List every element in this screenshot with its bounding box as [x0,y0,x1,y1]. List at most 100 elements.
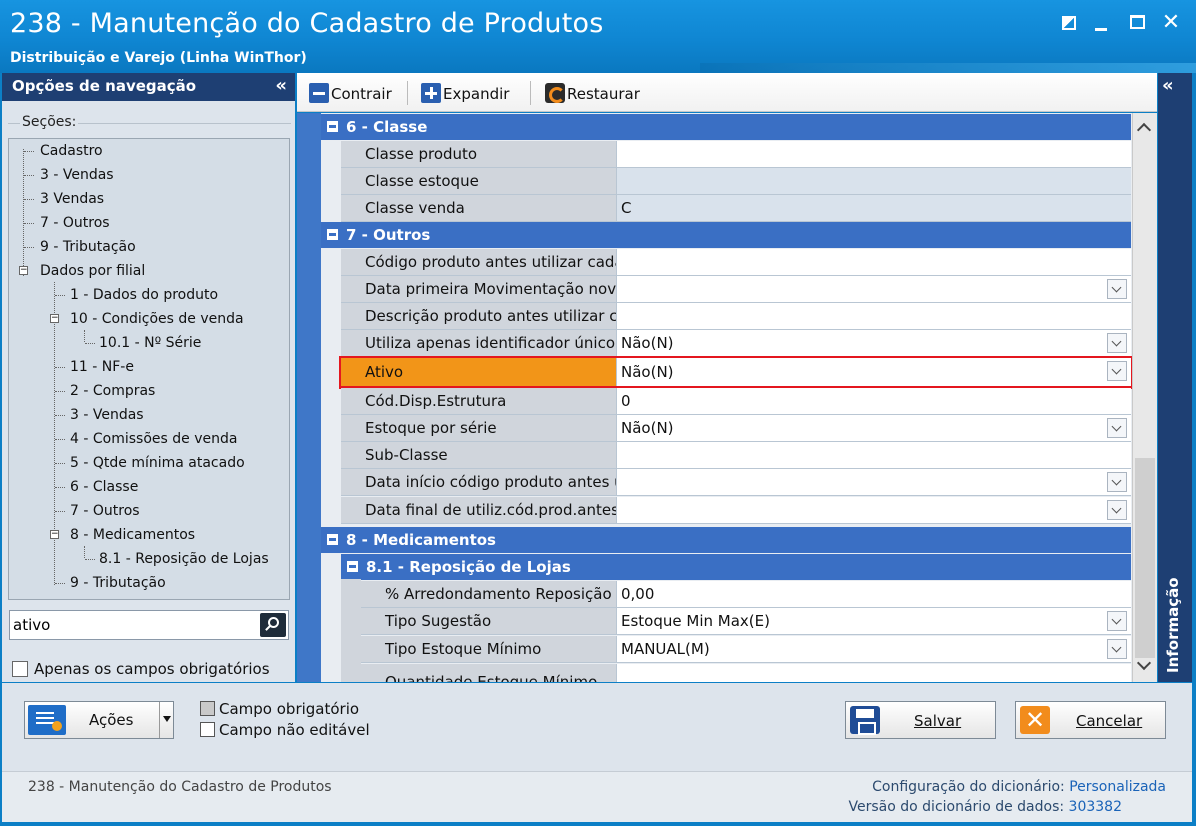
property-row[interactable]: Data final de utiliz.cód.prod.antes [341,497,1131,524]
only-required-checkbox[interactable] [12,661,28,677]
tree-item[interactable]: 8 - Medicamentos [70,526,195,544]
property-value[interactable] [617,469,1131,495]
tree-item[interactable]: 2 - Compras [70,382,155,400]
dropdown-icon[interactable] [1107,611,1127,631]
property-value[interactable] [617,141,1131,167]
tree-item[interactable]: 4 - Comissões de venda [70,430,237,448]
tree-item[interactable]: 10 - Condições de venda [70,310,244,328]
category-reposicao-lojas[interactable]: 8.1 - Reposição de Lojas [341,554,1131,580]
dropdown-icon[interactable] [1107,279,1127,299]
sections-tree[interactable]: Cadastro 3 - Vendas 3 Vendas 7 - Outros … [8,138,290,600]
expand-panel-icon[interactable]: « [1162,75,1174,96]
collapse-button[interactable]: Contrair [309,83,392,103]
property-row[interactable]: Sub-Classe [341,442,1131,469]
maximize-icon[interactable] [1124,10,1150,36]
scroll-down-icon[interactable] [1136,655,1152,671]
tree-item[interactable]: 8.1 - Reposição de Lojas [99,550,269,568]
search-icon[interactable] [260,613,286,637]
property-row[interactable]: Quantidade Estoque Mínimo [361,664,1131,682]
collapse-category-icon[interactable] [327,229,338,240]
property-row[interactable]: Estoque por série Não(N) [341,415,1131,442]
property-label: Classe venda [341,195,617,221]
property-value[interactable]: Não(N) [617,415,1131,441]
property-value[interactable]: Não(N) [617,330,1131,356]
tree-item[interactable]: 5 - Qtde mínima atacado [70,454,245,472]
property-row[interactable]: Descrição produto antes utilizar ca [341,303,1131,330]
tree-expander-icon[interactable]: − [50,314,59,323]
property-row[interactable]: Tipo Sugestão Estoque Min Max(E) [361,608,1131,635]
tree-item[interactable]: 10.1 - Nº Série [99,334,201,352]
actions-dropdown-icon[interactable] [159,702,173,738]
property-row[interactable]: % Arredondamento Reposição 0,00 [361,581,1131,608]
category-outros[interactable]: 7 - Outros [321,222,1131,248]
cancel-button[interactable]: ✕ Cancelar [1015,701,1166,739]
tree-expander-icon[interactable]: − [50,530,59,539]
cancel-icon: ✕ [1020,706,1050,734]
tree-expander-icon[interactable]: − [19,266,28,275]
property-value[interactable]: 0 [617,388,1131,414]
dropdown-icon[interactable] [1107,500,1127,520]
save-button[interactable]: Salvar [845,701,996,739]
minimize-icon[interactable] [1088,10,1114,36]
property-row[interactable]: Utiliza apenas identificador único Não(N… [341,330,1131,357]
category-classe[interactable]: 6 - Classe [321,114,1131,140]
property-value[interactable] [617,497,1131,523]
property-value[interactable] [617,303,1131,329]
property-value[interactable] [617,276,1131,302]
restore-button[interactable]: Restaurar [545,83,640,103]
tree-item[interactable]: 1 - Dados do produto [70,286,218,304]
property-value[interactable] [617,664,1131,682]
property-value[interactable]: 0,00 [617,581,1131,607]
category-medicamentos[interactable]: 8 - Medicamentos [321,527,1131,553]
tree-item[interactable]: 9 - Tributação [70,574,166,592]
property-row[interactable]: Tipo Estoque Mínimo MANUAL(M) [361,636,1131,663]
property-value[interactable] [617,249,1131,275]
tree-item[interactable]: 3 - Vendas [70,406,144,424]
tree-item[interactable]: 6 - Classe [70,478,138,496]
grid-scrollbar[interactable] [1132,113,1157,682]
property-row[interactable]: Classe produto [341,141,1131,168]
scroll-up-icon[interactable] [1136,122,1152,138]
property-row[interactable]: Código produto antes utilizar cada [341,249,1131,276]
collapse-category-icon[interactable] [327,121,338,132]
actions-button[interactable]: Ações [24,701,174,739]
collapse-panel-icon[interactable]: « [275,75,287,96]
restore-window-icon[interactable] [1056,10,1082,36]
property-row[interactable]: Data início código produto antes ut [341,469,1131,496]
information-panel[interactable]: « Informação [1158,73,1192,682]
search-input[interactable] [13,615,253,635]
property-value-text: Não(N) [621,334,674,352]
tree-item[interactable]: Dados por filial [40,262,145,280]
property-label: Data final de utiliz.cód.prod.antes [341,497,617,523]
tree-guide [55,487,65,488]
property-row[interactable]: Classe estoque [341,168,1131,195]
tree-item[interactable]: 7 - Outros [70,502,140,520]
property-row[interactable]: Data primeira Movimentação novo [341,276,1131,303]
property-value[interactable]: MANUAL(M) [617,636,1131,662]
property-row-ativo[interactable]: Ativo Não(N) [339,356,1133,389]
collapse-category-icon[interactable] [347,561,358,572]
tree-item[interactable]: 3 - Vendas [40,166,114,184]
dropdown-icon[interactable] [1107,418,1127,438]
tree-item[interactable]: 7 - Outros [40,214,110,232]
restore-label: Restaurar [567,85,640,103]
property-value[interactable]: Não(N) [617,358,1131,386]
property-value[interactable] [617,442,1131,468]
window-title: 238 - Manutenção do Cadastro de Produtos [10,8,604,39]
property-value[interactable]: Estoque Min Max(E) [617,608,1131,634]
dropdown-icon[interactable] [1107,639,1127,659]
tree-item[interactable]: Cadastro [40,142,103,160]
property-row[interactable]: Classe venda C [341,195,1131,222]
dropdown-icon[interactable] [1107,333,1127,353]
tree-item[interactable]: 11 - NF-e [70,358,134,376]
property-row[interactable]: Cód.Disp.Estrutura 0 [341,388,1131,415]
close-icon[interactable]: ✕ [1158,10,1184,36]
tree-item[interactable]: 3 Vendas [40,190,104,208]
scroll-thumb[interactable] [1135,458,1155,658]
only-required-row[interactable]: Apenas os campos obrigatórios [12,660,270,678]
expand-button[interactable]: Expandir [421,83,509,103]
dropdown-icon[interactable] [1107,361,1127,381]
tree-item[interactable]: 9 - Tributação [40,238,136,256]
collapse-category-icon[interactable] [327,534,338,545]
dropdown-icon[interactable] [1107,472,1127,492]
